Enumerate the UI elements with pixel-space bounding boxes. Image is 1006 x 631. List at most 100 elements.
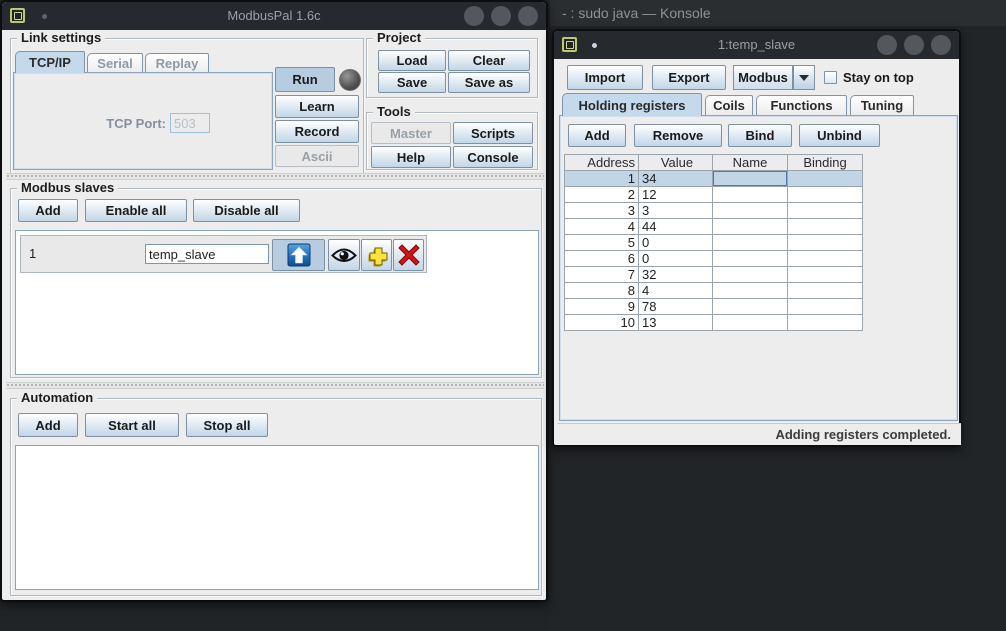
save-as-button[interactable]: Save as (448, 72, 530, 93)
cell-name[interactable] (713, 251, 788, 267)
tab-coils[interactable]: Coils (705, 95, 753, 115)
cell-value[interactable]: 34 (639, 171, 713, 187)
slave-add-automation-button[interactable] (361, 239, 392, 271)
cell-binding[interactable] (788, 235, 863, 251)
table-row[interactable]: 978 (564, 299, 863, 315)
cell-address[interactable]: 5 (564, 235, 639, 251)
slave-view-button[interactable] (328, 239, 360, 271)
window-button-close[interactable] (518, 6, 538, 26)
table-row[interactable]: 444 (564, 219, 863, 235)
table-row[interactable]: 60 (564, 251, 863, 267)
bind-button[interactable]: Bind (728, 124, 792, 147)
disable-all-button[interactable]: Disable all (193, 199, 300, 222)
cell-address[interactable]: 2 (564, 187, 639, 203)
master-button[interactable]: Master (371, 122, 451, 144)
cell-binding[interactable] (788, 267, 863, 283)
cell-binding[interactable] (788, 187, 863, 203)
run-button[interactable]: Run (275, 67, 335, 92)
clear-button[interactable]: Clear (448, 50, 530, 71)
slave-delete-button[interactable] (393, 239, 424, 271)
cell-address[interactable]: 9 (564, 299, 639, 315)
cell-name[interactable] (713, 219, 788, 235)
tcp-port-field[interactable] (170, 113, 210, 133)
protocol-select-arrow[interactable] (793, 65, 815, 90)
temp-slave-titlebar[interactable]: 1:temp_slave (554, 31, 959, 59)
column-header-name[interactable]: Name (713, 154, 788, 171)
slave-name-field[interactable] (145, 244, 269, 264)
table-row[interactable]: 732 (564, 267, 863, 283)
tab-functions[interactable]: Functions (756, 95, 847, 115)
cell-value[interactable]: 0 (639, 235, 713, 251)
cell-value[interactable]: 12 (639, 187, 713, 203)
cell-value[interactable]: 0 (639, 251, 713, 267)
stop-all-button[interactable]: Stop all (186, 413, 268, 437)
cell-binding[interactable] (788, 283, 863, 299)
table-row[interactable]: 50 (564, 235, 863, 251)
export-button[interactable]: Export (652, 65, 726, 90)
cell-name[interactable] (713, 171, 788, 187)
remove-register-button[interactable]: Remove (634, 124, 722, 147)
table-row[interactable]: 1013 (564, 315, 863, 331)
cell-binding[interactable] (788, 251, 863, 267)
cell-name[interactable] (713, 203, 788, 219)
cell-address[interactable]: 4 (564, 219, 639, 235)
column-header-binding[interactable]: Binding (788, 154, 863, 171)
window-button-close[interactable] (931, 35, 951, 55)
cell-value[interactable]: 13 (639, 315, 713, 331)
cell-binding[interactable] (788, 219, 863, 235)
help-button[interactable]: Help (371, 146, 451, 168)
cell-binding[interactable] (788, 299, 863, 315)
ascii-button[interactable]: Ascii (275, 145, 359, 167)
table-row[interactable]: 212 (564, 187, 863, 203)
unbind-button[interactable]: Unbind (799, 124, 880, 147)
cell-value[interactable]: 78 (639, 299, 713, 315)
load-button[interactable]: Load (378, 50, 446, 71)
table-row[interactable]: 84 (564, 283, 863, 299)
window-button-minimize[interactable] (464, 6, 484, 26)
tab-serial[interactable]: Serial (87, 53, 143, 73)
cell-value[interactable]: 32 (639, 267, 713, 283)
add-register-button[interactable]: Add (568, 124, 626, 147)
cell-value[interactable]: 3 (639, 203, 713, 219)
window-button-minimize[interactable] (877, 35, 897, 55)
column-header-value[interactable]: Value (639, 154, 713, 171)
cell-value[interactable]: 4 (639, 283, 713, 299)
tab-replay[interactable]: Replay (145, 53, 209, 73)
table-row[interactable]: 33 (564, 203, 863, 219)
console-button[interactable]: Console (453, 146, 533, 168)
protocol-select[interactable]: Modbus (733, 65, 793, 90)
slave-enable-toggle[interactable] (272, 239, 325, 271)
enable-all-button[interactable]: Enable all (85, 199, 187, 222)
add-automation-button[interactable]: Add (18, 413, 78, 437)
cell-address[interactable]: 1 (564, 171, 639, 187)
cell-binding[interactable] (788, 203, 863, 219)
cell-name[interactable] (713, 283, 788, 299)
add-slave-button[interactable]: Add (18, 199, 78, 222)
cell-address[interactable]: 3 (564, 203, 639, 219)
cell-value[interactable]: 44 (639, 219, 713, 235)
start-all-button[interactable]: Start all (85, 413, 179, 437)
window-button-maximize[interactable] (491, 6, 511, 26)
tab-tuning[interactable]: Tuning (850, 95, 914, 115)
save-button[interactable]: Save (378, 72, 446, 93)
cell-binding[interactable] (788, 315, 863, 331)
splitter-handle-top[interactable] (6, 173, 544, 180)
cell-address[interactable]: 10 (564, 315, 639, 331)
cell-name[interactable] (713, 299, 788, 315)
cell-binding[interactable] (788, 171, 863, 187)
scripts-button[interactable]: Scripts (453, 122, 533, 144)
splitter-handle-bottom[interactable] (6, 382, 544, 389)
window-button-maximize[interactable] (904, 35, 924, 55)
record-button[interactable]: Record (275, 120, 359, 143)
import-button[interactable]: Import (567, 65, 643, 90)
modbuspal-titlebar[interactable]: ModbusPal 1.6c (2, 2, 546, 30)
tab-tcpip[interactable]: TCP/IP (15, 51, 85, 73)
tab-holding-registers[interactable]: Holding registers (562, 93, 702, 116)
table-row[interactable]: 134 (564, 171, 863, 187)
learn-button[interactable]: Learn (275, 95, 359, 118)
column-header-address[interactable]: Address (564, 154, 639, 171)
cell-name[interactable] (713, 187, 788, 203)
cell-name[interactable] (713, 267, 788, 283)
stay-on-top-checkbox[interactable] (824, 71, 837, 84)
cell-address[interactable]: 7 (564, 267, 639, 283)
